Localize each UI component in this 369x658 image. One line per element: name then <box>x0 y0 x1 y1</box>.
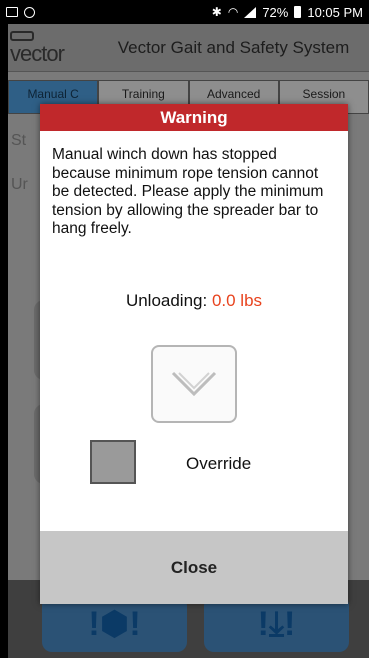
dialog-title: Warning <box>40 104 348 131</box>
unloading-readout: Unloading: 0.0 lbs <box>40 291 348 311</box>
override-checkbox[interactable] <box>90 440 136 484</box>
chevron-down-icon <box>171 371 217 397</box>
logo-mark-icon <box>10 30 34 41</box>
vector-logo: vector <box>8 30 98 65</box>
photo-icon <box>6 7 18 17</box>
wifi-icon: ◠ <box>227 5 239 19</box>
clock: 10:05 PM <box>307 4 363 20</box>
close-button[interactable]: Close <box>40 531 348 604</box>
battery-percent: 72% <box>262 4 289 20</box>
stop-button[interactable]: !⬢! <box>42 596 187 652</box>
battery-icon <box>294 6 302 18</box>
app-title: Vector Gait and Safety System <box>117 37 350 57</box>
unloading-label: Unloading: <box>125 291 208 310</box>
winch-down-button[interactable] <box>151 345 237 423</box>
unload-icon: !⤓! <box>257 604 296 643</box>
circle-icon <box>24 6 35 18</box>
bluetooth-icon: ✱ <box>211 5 222 19</box>
background-label: St <box>11 132 27 149</box>
status-bar: ✱ ◠ 72% 10:05 PM <box>0 0 369 24</box>
warning-dialog: Warning Manual winch down has stopped be… <box>40 104 348 604</box>
unloading-value: 0.0 lbs <box>211 291 263 310</box>
signal-icon <box>244 6 257 18</box>
background-label: Ur <box>11 176 28 193</box>
override-label: Override <box>186 454 252 473</box>
dialog-message: Manual winch down has stopped because mi… <box>52 146 324 237</box>
stop-icon: !⬢! <box>88 605 141 643</box>
unload-button[interactable]: !⤓! <box>204 596 349 652</box>
app-header: vector Vector Gait and Safety System <box>8 24 369 72</box>
